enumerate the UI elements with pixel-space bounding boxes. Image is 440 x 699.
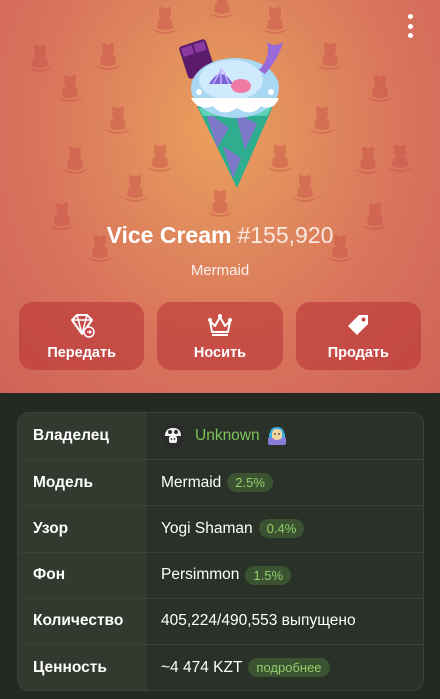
owner-name[interactable]: Unknown (195, 427, 260, 445)
pattern-label: Узор (18, 506, 146, 552)
pattern-value: Yogi Shaman (161, 519, 253, 537)
crown-icon (207, 313, 232, 336)
pattern-row: Узор Yogi Shaman 0.4% (18, 505, 423, 552)
quantity-value: 405,224/490,553 выпущено (161, 612, 356, 630)
transfer-button[interactable]: Передать (19, 302, 145, 370)
wear-label: Носить (193, 344, 247, 361)
value-label: Ценность (18, 644, 146, 690)
gift-name: Vice Cream (106, 222, 232, 248)
quantity-label: Количество (18, 598, 146, 644)
backdrop-row: Фон Persimmon 1.5% (18, 551, 423, 598)
owner-label: Владелец (18, 413, 146, 460)
transfer-gem-icon (70, 313, 95, 338)
more-vertical-icon (407, 14, 413, 19)
model-rarity-badge[interactable]: 2.5% (227, 473, 273, 493)
mushroom-avatar-icon (161, 424, 185, 449)
model-label: Модель (18, 460, 146, 506)
gift-title: Vice Cream #155,920 (0, 222, 440, 249)
owner-value[interactable]: Unknown (146, 413, 423, 459)
gift-subtitle: Mermaid (190, 262, 250, 279)
sell-label: Продать (327, 344, 389, 361)
backdrop-rarity-badge[interactable]: 1.5% (245, 565, 292, 585)
backdrop-label: Фон (18, 552, 146, 598)
value-amount: ~4 474 KZT (161, 658, 243, 676)
vice-cream-gift-image (179, 39, 283, 188)
wear-button[interactable]: Носить (157, 302, 283, 370)
pattern-rarity-badge[interactable]: 0.4% (258, 519, 305, 539)
model-value: Mermaid (161, 473, 222, 491)
more-options-button[interactable] (402, 14, 418, 38)
backdrop-value: Persimmon (161, 566, 240, 584)
model-row: Модель Mermaid 2.5% (18, 459, 423, 506)
value-details-link[interactable]: подробнее (248, 658, 330, 678)
transfer-label: Передать (47, 344, 117, 361)
action-buttons: Передать Носить Продать (19, 302, 421, 370)
dj-animal-sticker-icon (267, 427, 286, 446)
value-row: Ценность ~4 474 KZT подробнее (18, 643, 423, 690)
price-tag-icon (348, 314, 369, 335)
sell-button[interactable]: Продать (295, 302, 421, 370)
owner-row: Владелец Unknown (18, 413, 423, 460)
gift-details-table: Владелец Unknown Модель Mermaid 2.5% Узо… (17, 412, 424, 691)
gift-hero: Vice Cream #155,920 Mermaid Передать Носи… (0, 0, 440, 393)
quantity-row: Количество 405,224/490,553 выпущено (18, 597, 423, 644)
gift-number: #155,920 (237, 222, 334, 248)
